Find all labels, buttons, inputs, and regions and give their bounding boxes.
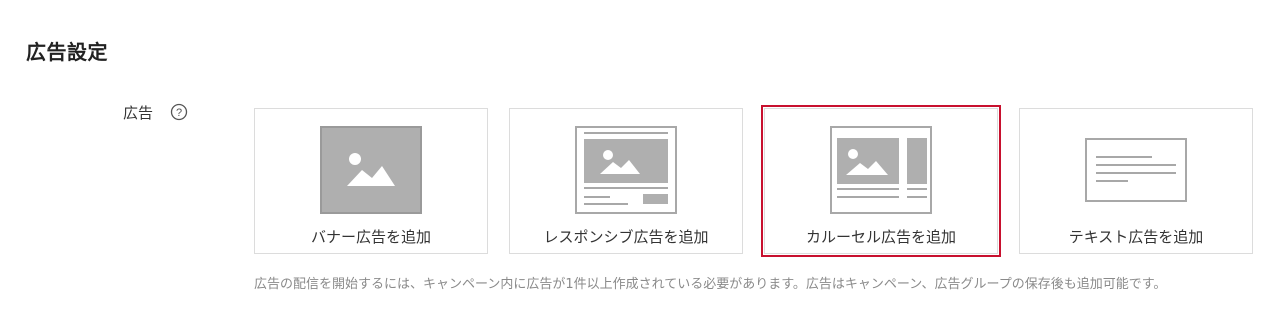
add-banner-ad-label: バナー広告を追加 bbox=[310, 228, 431, 246]
add-responsive-ad-label: レスポンシブ広告を追加 bbox=[543, 228, 709, 246]
add-text-ad-label: テキスト広告を追加 bbox=[1068, 228, 1204, 246]
banner-image-icon bbox=[320, 126, 422, 214]
ad-settings-title: 広告設定 bbox=[26, 40, 108, 64]
carousel-layout-icon bbox=[830, 126, 932, 214]
ad-requirement-notice: 広告の配信を開始するには、キャンペーン内に広告が1件以上作成されている必要があり… bbox=[254, 277, 1167, 292]
add-banner-ad-card[interactable]: バナー広告を追加 bbox=[254, 108, 488, 254]
question-circle-icon[interactable]: ? bbox=[170, 103, 188, 121]
add-carousel-ad-label: カルーセル広告を追加 bbox=[805, 228, 956, 246]
text-lines-icon bbox=[1085, 138, 1187, 202]
add-carousel-ad-card[interactable]: カルーセル広告を追加 bbox=[761, 105, 1001, 257]
ad-field-label: 広告 bbox=[123, 104, 154, 122]
add-responsive-ad-card[interactable]: レスポンシブ広告を追加 bbox=[509, 108, 743, 254]
svg-text:?: ? bbox=[176, 107, 182, 119]
add-text-ad-card[interactable]: テキスト広告を追加 bbox=[1019, 108, 1253, 254]
responsive-layout-icon bbox=[575, 126, 677, 214]
